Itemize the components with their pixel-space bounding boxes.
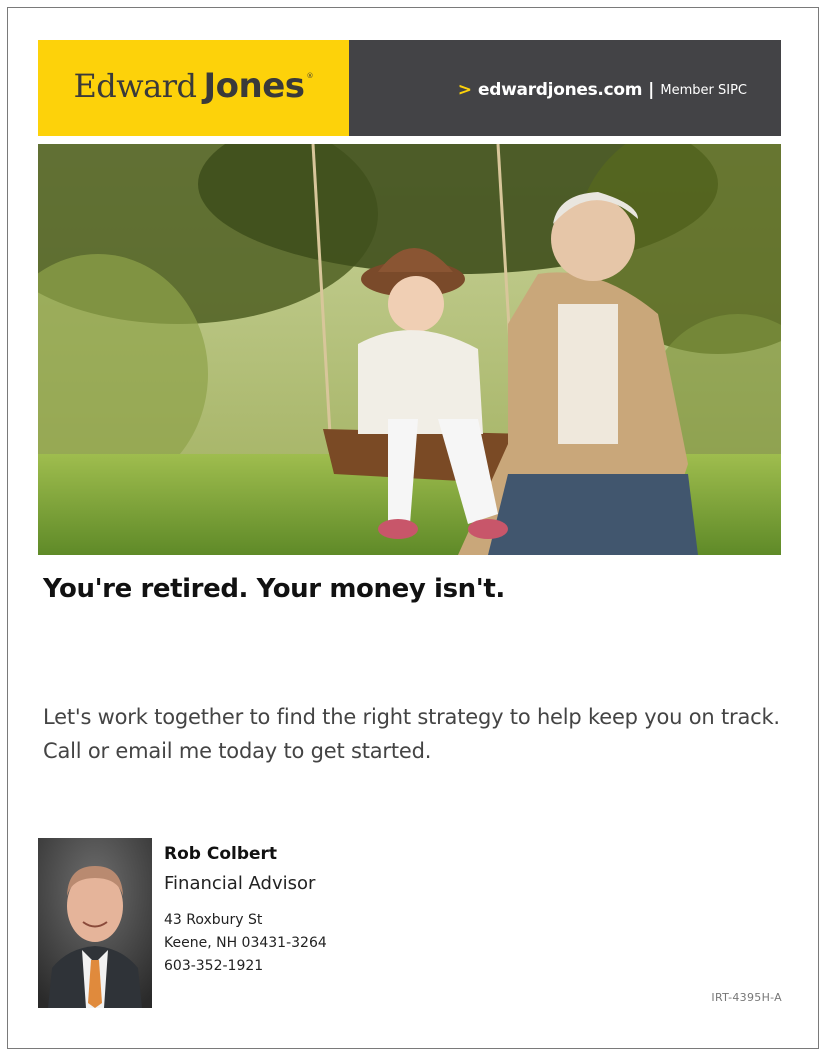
hero-photo-illustration [38, 144, 781, 555]
advisor-title: Financial Advisor [164, 873, 316, 894]
site-link-bar: > edwardjones.com | Member SIPC [349, 40, 781, 136]
logo-registered-mark: ® [306, 72, 314, 80]
arrow-icon: > [457, 80, 473, 100]
document-code: IRT-4395H-A [711, 991, 782, 1004]
headline: You're retired. Your money isn't. [43, 574, 505, 604]
advisor-portrait [38, 838, 152, 1008]
member-sipc-label: Member SIPC [660, 82, 747, 98]
advisor-portrait-illustration [38, 838, 152, 1008]
edward-jones-logo: Edward Jones ® [73, 66, 313, 106]
site-url-link[interactable]: edwardjones.com [478, 80, 642, 100]
body-text: Let's work together to find the right st… [43, 705, 780, 763]
hero-photo [38, 144, 781, 555]
separator: | [648, 80, 655, 100]
logo-word-jones: Jones [203, 66, 306, 106]
phone-number[interactable]: 603-352-1921 [164, 958, 263, 974]
header-banner: Edward Jones ® > edwardjones.com | Membe… [38, 40, 781, 136]
address-line-2: Keene, NH 03431-3264 [164, 935, 327, 951]
address-line-1: 43 Roxbury St [164, 912, 263, 928]
logo-block: Edward Jones ® [38, 40, 349, 136]
logo-word-edward: Edward [73, 67, 197, 105]
advisor-name: Rob Colbert [164, 844, 278, 864]
